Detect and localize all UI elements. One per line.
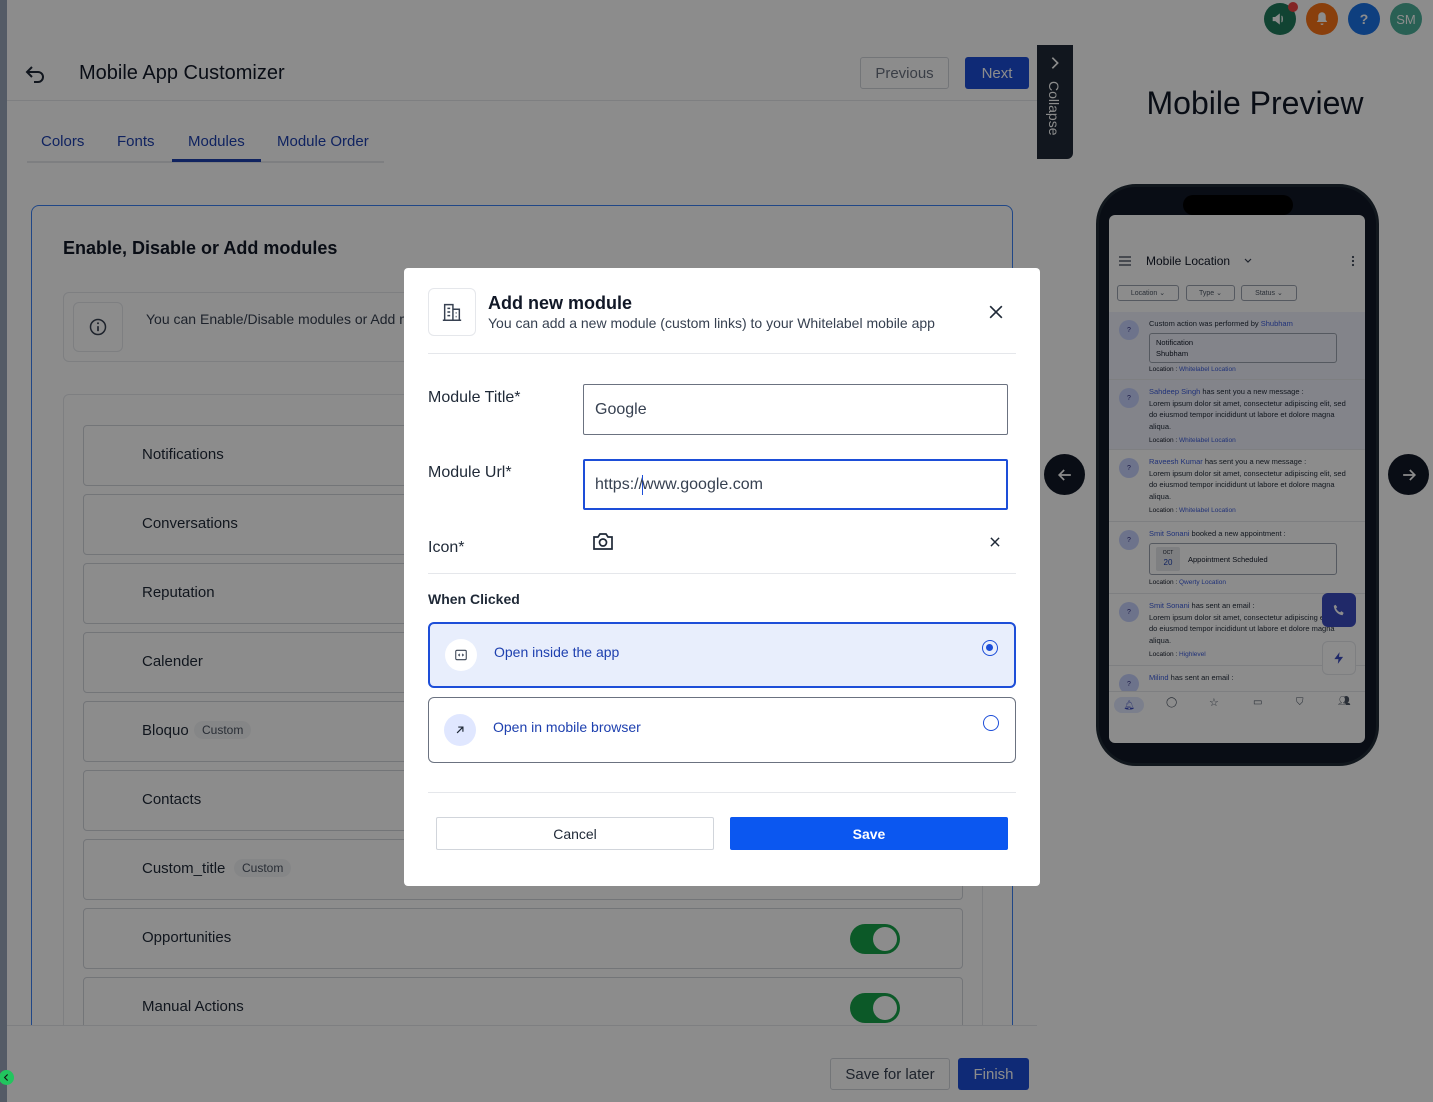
radio-unselected[interactable] bbox=[983, 715, 999, 731]
clear-icon-button[interactable] bbox=[988, 535, 1002, 554]
divider bbox=[428, 792, 1016, 793]
module-url-input[interactable]: https://www.google.com bbox=[583, 459, 1008, 510]
save-button[interactable]: Save bbox=[730, 817, 1008, 850]
icon-label: Icon* bbox=[428, 539, 465, 556]
option-open-inside-app[interactable]: Open inside the app bbox=[428, 622, 1016, 688]
module-title-input[interactable]: Google bbox=[583, 384, 1008, 435]
dialog-subtitle: You can add a new module (custom links) … bbox=[488, 315, 935, 331]
dialog-title: Add new module bbox=[488, 293, 632, 313]
close-button[interactable] bbox=[986, 302, 1006, 327]
option-label: Open inside the app bbox=[494, 644, 620, 660]
module-title-label: Module Title* bbox=[428, 389, 521, 406]
module-icon-box bbox=[428, 288, 476, 336]
code-window-icon bbox=[455, 649, 467, 661]
add-module-dialog: Add new module You can add a new module … bbox=[404, 268, 1040, 886]
close-icon bbox=[990, 537, 1000, 547]
radio-selected[interactable] bbox=[982, 640, 998, 656]
cancel-button[interactable]: Cancel bbox=[436, 817, 714, 850]
icon-upload-button[interactable] bbox=[591, 529, 615, 558]
option-label: Open in mobile browser bbox=[493, 719, 641, 735]
building-icon bbox=[442, 303, 462, 321]
embed-icon-circle bbox=[445, 639, 477, 671]
divider bbox=[428, 353, 1016, 354]
module-url-label: Module Url* bbox=[428, 464, 512, 481]
option-open-mobile-browser[interactable]: Open in mobile browser bbox=[428, 697, 1016, 763]
arrow-up-right-icon bbox=[456, 726, 464, 734]
divider bbox=[428, 573, 1016, 574]
when-clicked-label: When Clicked bbox=[428, 591, 520, 607]
external-link-icon-circle bbox=[444, 714, 476, 746]
close-icon bbox=[989, 305, 1003, 319]
camera-icon bbox=[593, 533, 613, 550]
chevron-left-icon bbox=[3, 1074, 9, 1081]
left-edge-strip bbox=[0, 0, 7, 1102]
